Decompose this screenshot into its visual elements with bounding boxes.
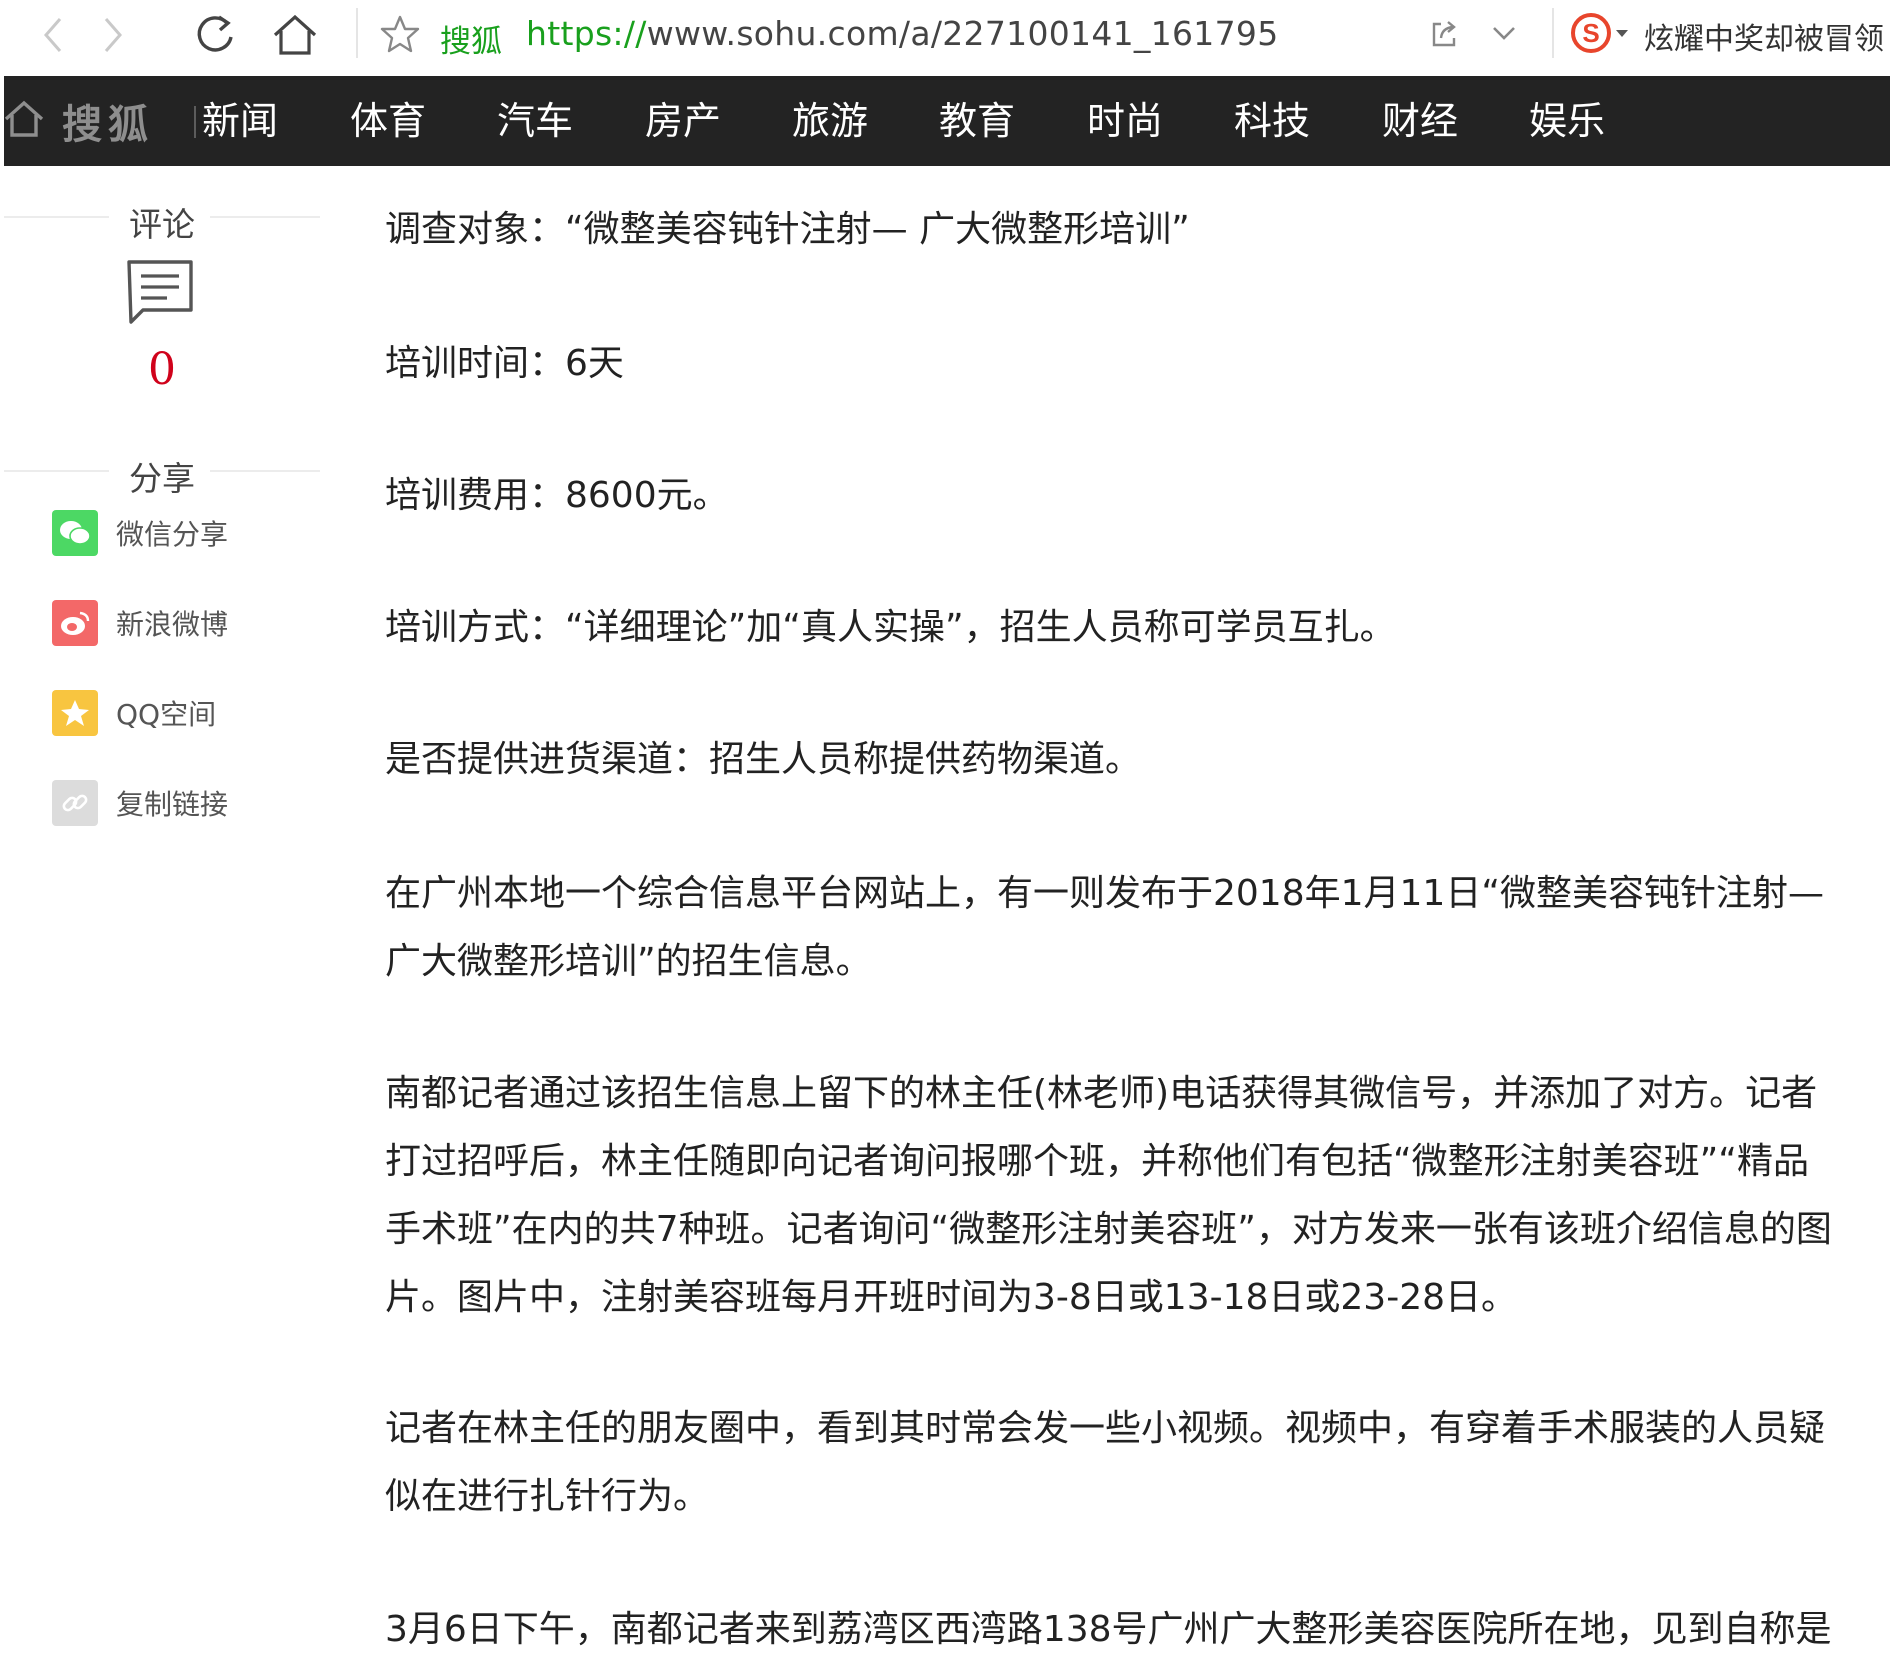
chevron-right-icon bbox=[98, 15, 128, 55]
nav-item-travel[interactable]: 旅游 bbox=[792, 76, 868, 166]
bookmark-star-icon[interactable] bbox=[380, 14, 420, 54]
url-text[interactable]: https://www.sohu.com/a/227100141_161795 bbox=[526, 14, 1279, 53]
caret-down-icon[interactable] bbox=[1616, 30, 1628, 37]
article-paragraph: 南都记者通过该招生信息上留下的林主任(林老师)电话获得其微信号，并添加了对方。记… bbox=[385, 1073, 1832, 1318]
share-title: 分享 bbox=[129, 459, 195, 498]
share-label: QQ空间 bbox=[116, 698, 217, 731]
browser-toolbar: 搜狐 https://www.sohu.com/a/227100141_1617… bbox=[0, 0, 1890, 76]
chevron-down-icon[interactable] bbox=[1490, 22, 1518, 46]
comment-title: 评论 bbox=[129, 205, 195, 244]
share-label: 复制链接 bbox=[116, 788, 229, 821]
article-paragraph: 培训方式：“详细理论”加“真人实操”，招生人员称可学员互扎。 bbox=[385, 607, 1396, 648]
article-paragraph: 调查对象：“微整美容钝针注射— 广大微整形培训” bbox=[385, 209, 1190, 250]
share-wechat-button[interactable]: 微信分享 bbox=[52, 508, 228, 558]
share-page-icon[interactable] bbox=[1428, 18, 1460, 50]
toolbar-divider bbox=[356, 8, 358, 58]
nav-item-house[interactable]: 房产 bbox=[645, 76, 721, 166]
extension-news-ticker[interactable]: 炫耀中奖却被冒领 bbox=[1644, 14, 1884, 58]
left-rail: 评论 0 分享 微信分享 新浪微博 QQ空间 复制链接 bbox=[4, 166, 320, 866]
nav-item-education[interactable]: 教育 bbox=[939, 76, 1015, 166]
reload-button[interactable] bbox=[180, 0, 250, 70]
link-icon bbox=[52, 780, 98, 826]
sohu-logo[interactable]: 搜狐 bbox=[4, 76, 154, 166]
comment-header: 评论 bbox=[4, 198, 320, 244]
article-paragraph: 培训费用：8600元。 bbox=[385, 475, 729, 516]
article-paragraph: 是否提供进货渠道：招生人员称提供药物渠道。 bbox=[385, 739, 1142, 780]
home-button[interactable] bbox=[260, 0, 330, 70]
comment-count[interactable]: 0 bbox=[4, 344, 320, 395]
brand-name: 搜狐 bbox=[62, 101, 154, 148]
share-weibo-button[interactable]: 新浪微博 bbox=[52, 598, 228, 648]
nav-item-auto[interactable]: 汽车 bbox=[497, 76, 573, 166]
address-bar[interactable]: 搜狐 https://www.sohu.com/a/227100141_1617… bbox=[380, 0, 1540, 70]
article-paragraph: 培训时间：6天 bbox=[385, 343, 624, 384]
nav-item-sports[interactable]: 体育 bbox=[350, 76, 426, 166]
nav-item-entertainment[interactable]: 娱乐 bbox=[1529, 76, 1605, 166]
chevron-left-icon bbox=[38, 15, 68, 55]
forward-button[interactable] bbox=[78, 0, 148, 70]
nav-item-fashion[interactable]: 时尚 bbox=[1087, 76, 1163, 166]
qzone-icon bbox=[52, 690, 98, 736]
copy-link-button[interactable]: 复制链接 bbox=[52, 778, 228, 828]
site-nav-bar: 搜狐 新闻 体育 汽车 房产 旅游 教育 时尚 科技 财经 娱乐 bbox=[4, 76, 1890, 166]
share-label: 微信分享 bbox=[116, 518, 229, 551]
toolbar-divider bbox=[1552, 8, 1554, 58]
share-qzone-button[interactable]: QQ空间 bbox=[52, 688, 216, 738]
brand-divider bbox=[194, 106, 196, 138]
site-identity: 搜狐 bbox=[440, 24, 502, 60]
share-label: 新浪微博 bbox=[116, 608, 229, 641]
wechat-icon bbox=[52, 510, 98, 556]
sogou-logo-icon[interactable]: S bbox=[1570, 12, 1612, 54]
comment-icon[interactable] bbox=[125, 258, 197, 332]
article-paragraph: 记者在林主任的朋友圈中，看到其时常会发一些小视频。视频中，有穿着手术服装的人员疑… bbox=[385, 1408, 1826, 1517]
share-header: 分享 bbox=[4, 452, 320, 498]
weibo-icon bbox=[52, 600, 98, 646]
url-path: www.sohu.com/a/227100141_161795 bbox=[646, 14, 1279, 53]
url-scheme: https:// bbox=[526, 14, 647, 53]
nav-item-finance[interactable]: 财经 bbox=[1382, 76, 1458, 166]
home-icon bbox=[272, 13, 318, 57]
reload-icon bbox=[193, 13, 237, 57]
home-icon bbox=[4, 99, 44, 143]
article-paragraph: 在广州本地一个综合信息平台网站上，有一则发布于2018年1月11日“微整美容钝针… bbox=[385, 873, 1824, 982]
nav-item-tech[interactable]: 科技 bbox=[1234, 76, 1310, 166]
svg-text:S: S bbox=[1582, 18, 1599, 48]
nav-item-news[interactable]: 新闻 bbox=[202, 76, 278, 166]
